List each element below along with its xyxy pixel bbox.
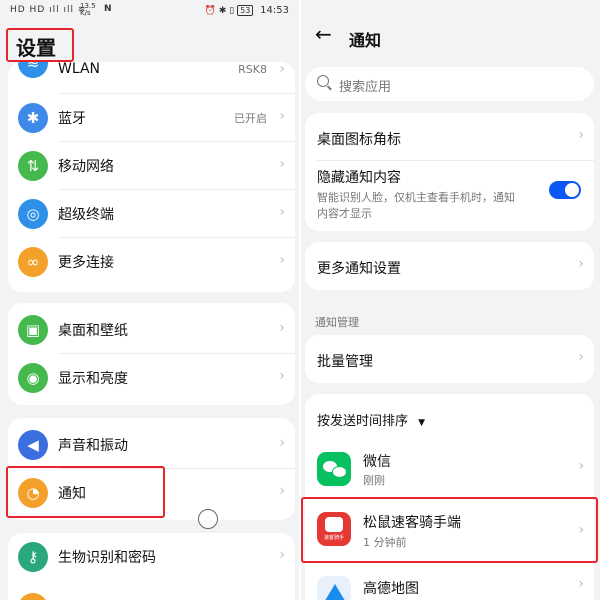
wechat-app-icon [317, 452, 351, 486]
chevron-right-icon: › [279, 320, 285, 336]
eye-icon: ◉ [18, 363, 48, 393]
status-right: ⏰ ✱ ▯ 53 14:53 [205, 5, 289, 16]
item-label: 更多连接 [58, 255, 114, 271]
chevron-right-icon: › [279, 547, 285, 563]
chevron-right-icon: › [578, 349, 584, 365]
chevron-right-icon: › [578, 576, 584, 592]
settings-panel: HD HD ıll ıll ≋ 13.5 K/s N ⏰ ✱ ▯ 53 14:5… [0, 0, 299, 600]
hide-content-item[interactable]: 隐藏通知内容 智能识别人脸，仅机主查看手机时，通知 内容才显示 [305, 161, 594, 231]
settings-item-sound-vibration[interactable]: ◀ 声音和振动 › [8, 421, 295, 469]
chevron-right-icon: › [279, 252, 285, 268]
item-label: WLAN [58, 62, 101, 77]
back-arrow-icon[interactable]: ← [315, 22, 332, 46]
item-label: 隐藏通知内容 [317, 170, 401, 186]
item-label: 蓝牙 [58, 111, 86, 127]
battery-icon: 53 [237, 5, 254, 16]
app-item-wechat[interactable]: 微信 刚刚 › [305, 442, 594, 494]
wifi-icon: ≋ [18, 62, 48, 78]
net-speed: 13.5 K/s [80, 2, 96, 17]
item-label: 显示和亮度 [58, 371, 128, 387]
item-label: 批量管理 [317, 354, 373, 370]
floating-nav-button[interactable] [198, 509, 218, 529]
more-settings-item[interactable]: 更多通知设置 › [305, 242, 594, 290]
clock: 14:53 [260, 5, 289, 16]
settings-item-wlan[interactable]: ≋ WLAN RSK8 › [8, 62, 295, 94]
bluetooth-icon: ✱ [18, 103, 48, 133]
item-label: 声音和振动 [58, 438, 128, 454]
title-highlight-box [6, 28, 74, 62]
item-description-2: 内容才显示 [317, 207, 372, 220]
search-placeholder: 搜索应用 [339, 80, 392, 95]
settings-item-more-connections[interactable]: ∞ 更多连接 › [8, 238, 295, 286]
security-card: ⚷ 生物识别和密码 › [8, 533, 295, 600]
chevron-right-icon: › [578, 127, 584, 143]
alarm-bluetooth-vibrate-icons: ⏰ ✱ ▯ [204, 6, 235, 16]
search-icon-handle [327, 85, 332, 91]
amap-app-icon [317, 576, 351, 600]
item-label: 生物识别和密码 [58, 550, 156, 566]
link-icon: ∞ [18, 247, 48, 277]
amap-arrow [323, 584, 347, 600]
item-label: 桌面图标角标 [317, 132, 401, 148]
notification-panel: ← 通知 搜索应用 桌面图标角标 › 隐藏通知内容 智能识别人脸，仅机主查看手机… [301, 0, 600, 600]
chevron-right-icon: › [578, 256, 584, 272]
item-label: 超级终端 [58, 207, 114, 223]
item-label: 桌面和壁纸 [58, 323, 128, 339]
search-input[interactable]: 搜索应用 [305, 67, 594, 101]
settings-item-super-device[interactable]: ◎ 超级终端 › [8, 190, 295, 238]
page-title: 通知 [349, 31, 382, 50]
sort-label: 按发送时间排序 [317, 414, 409, 429]
item-value: RSK8 [238, 63, 267, 76]
chevron-right-icon: › [578, 458, 584, 474]
wechat-bubble-small [332, 466, 347, 478]
mobile-network-icon: ⇅ [18, 151, 48, 181]
item-label: 移动网络 [58, 159, 114, 175]
app-name: 高德地图 [363, 581, 419, 597]
key-icon: ⚷ [18, 542, 48, 572]
chevron-right-icon: › [279, 368, 285, 384]
chevron-right-icon: › [279, 483, 285, 499]
hide-content-toggle[interactable] [549, 181, 581, 199]
batch-manage-item[interactable]: 批量管理 › [305, 335, 594, 383]
app-item-amap[interactable]: 高德地图 › [305, 570, 594, 600]
app-name: 微信 [363, 454, 391, 470]
settings-item-bluetooth[interactable]: ✱ 蓝牙 已开启 › [8, 94, 295, 142]
desktop-badge-item[interactable]: 桌面图标角标 › [305, 113, 594, 161]
app-highlight-box [301, 497, 598, 563]
caret-down-icon: ▼ [418, 418, 426, 428]
connectivity-card: ≋ WLAN RSK8 › ✱ 蓝牙 已开启 › ⇅ 移动网络 › ◎ 超级终端… [8, 62, 295, 292]
super-device-icon: ◎ [18, 199, 48, 229]
chevron-right-icon: › [279, 204, 285, 220]
chevron-right-icon: › [279, 62, 285, 77]
settings-item-mobile-network[interactable]: ⇅ 移动网络 › [8, 142, 295, 190]
chevron-right-icon: › [279, 435, 285, 451]
item-label: 更多通知设置 [317, 261, 401, 277]
settings-item-display-brightness[interactable]: ◉ 显示和亮度 › [8, 354, 295, 402]
item-description: 智能识别人脸，仅机主查看手机时，通知 [317, 191, 515, 204]
notification-options-card: 桌面图标角标 › 隐藏通知内容 智能识别人脸，仅机主查看手机时，通知 内容才显示 [305, 113, 594, 231]
next-item-icon [18, 593, 48, 600]
chevron-right-icon: › [279, 108, 285, 124]
section-header: 通知管理 [315, 316, 359, 329]
speaker-icon: ◀ [18, 430, 48, 460]
item-value: 已开启 [234, 112, 267, 125]
app-time: 刚刚 [363, 474, 385, 487]
nfc-icon: N [104, 4, 112, 14]
status-bar: HD HD ıll ıll ≋ 13.5 K/s N ⏰ ✱ ▯ 53 14:5… [0, 0, 299, 22]
display-card: ▣ 桌面和壁纸 › ◉ 显示和亮度 › [8, 303, 295, 405]
toggle-knob [565, 183, 579, 197]
sort-dropdown[interactable]: 按发送时间排序 ▼ [317, 410, 425, 429]
settings-item-desktop-wallpaper[interactable]: ▣ 桌面和壁纸 › [8, 306, 295, 354]
wallpaper-icon: ▣ [18, 315, 48, 345]
settings-item-biometrics-password[interactable]: ⚷ 生物识别和密码 › [8, 533, 295, 581]
chevron-right-icon: › [279, 156, 285, 172]
notification-highlight-box [6, 466, 165, 518]
signal-icons: HD HD ıll ıll ≋ [10, 5, 87, 15]
